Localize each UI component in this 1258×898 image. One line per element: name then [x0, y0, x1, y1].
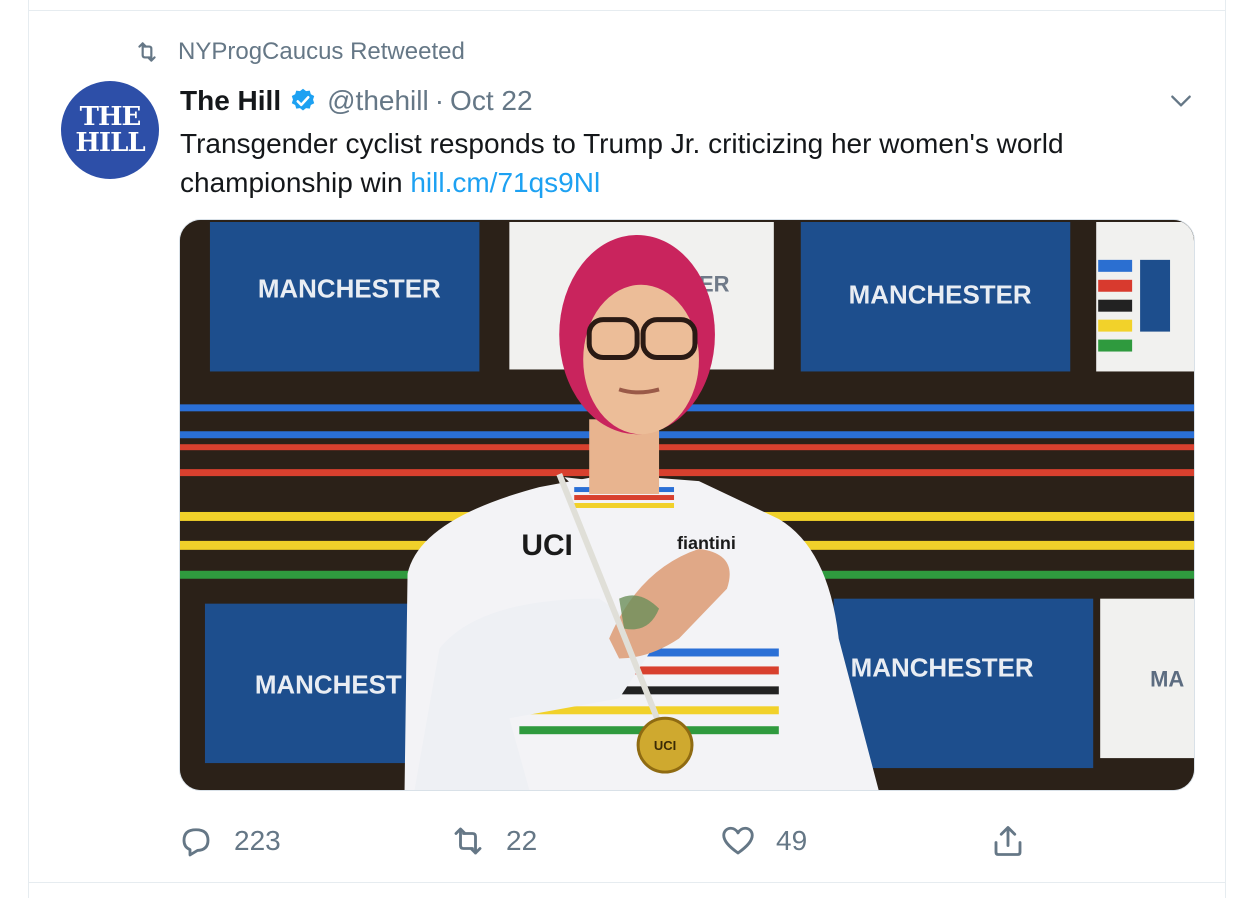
separator-dot: ·	[434, 85, 445, 116]
retweet-context-label: NYProgCaucus Retweeted	[178, 38, 465, 65]
banner-text-1: MANCHESTER	[258, 276, 441, 304]
tweet-text: Transgender cyclist responds to Trump Jr…	[180, 124, 1190, 202]
jersey-brand-text: UCI	[521, 529, 573, 562]
podium-photo: MANCHESTER ER MANCHESTER MANCHEST MANCHE…	[180, 220, 1194, 790]
heart-icon	[722, 826, 754, 855]
author-handle[interactable]: @thehill	[327, 85, 429, 117]
banner-text-3: MANCHESTER	[849, 282, 1032, 310]
chevron-down-icon[interactable]	[1168, 88, 1194, 114]
tweet-actions: 223 22 49	[178, 823, 1038, 863]
retweet-count: 22	[506, 825, 538, 856]
avatar-line2: HILL	[75, 128, 145, 158]
medal-text: UCI	[654, 738, 676, 753]
tweet-header: The Hill @thehill · Oct 22	[180, 82, 533, 120]
divider-bottom	[28, 882, 1226, 883]
tweet-body: Transgender cyclist responds to Trump Jr…	[180, 128, 1064, 198]
author-name[interactable]: The Hill	[180, 85, 281, 117]
retweet-context[interactable]: NYProgCaucus Retweeted	[134, 36, 465, 68]
verified-badge-icon	[291, 88, 315, 111]
jersey-sponsor-text: fiantini	[677, 533, 736, 553]
retweet-action-icon	[454, 827, 482, 855]
share-icon	[994, 826, 1022, 856]
avatar[interactable]: THE HILL	[61, 81, 159, 179]
like-count: 49	[776, 825, 808, 856]
retweet-button[interactable]: 22	[450, 823, 537, 859]
retweet-icon	[138, 42, 156, 62]
share-button[interactable]	[990, 823, 1046, 859]
tweet-media-photo[interactable]: MANCHESTER ER MANCHESTER MANCHEST MANCHE…	[179, 219, 1195, 791]
reply-button[interactable]: 223	[178, 823, 281, 859]
divider-top	[28, 10, 1226, 11]
banner-text-4: MANCHEST	[255, 671, 402, 699]
tweet-link[interactable]: hill.cm/71qs9Nl	[410, 167, 600, 198]
banner-text-6: MA	[1150, 666, 1184, 691]
banner-text-5: MANCHESTER	[851, 654, 1034, 682]
reply-icon	[182, 828, 210, 857]
avatar-line1: THE	[79, 102, 142, 132]
reply-count: 223	[234, 825, 281, 856]
like-button[interactable]: 49	[720, 823, 807, 859]
banner-blue-4	[833, 598, 1094, 769]
tweet-date[interactable]: Oct 22	[450, 85, 532, 117]
